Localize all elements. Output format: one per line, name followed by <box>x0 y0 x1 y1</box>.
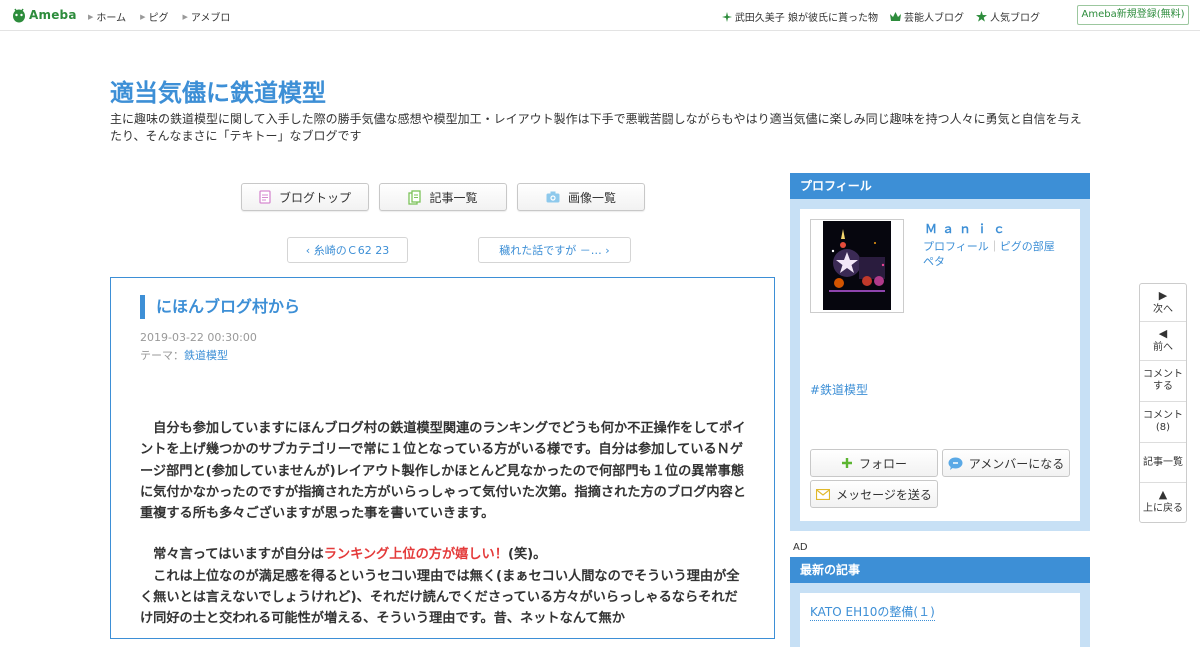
entry-theme: テーマ：鉄道模型 <box>140 347 228 363</box>
peta-link[interactable]: ペタ <box>923 255 945 268</box>
ameba-logo[interactable]: Ameba <box>12 7 77 23</box>
register-button[interactable]: Ameba新規登録(無料) <box>1077 5 1189 25</box>
trend-link-label: 武田久美子 娘が彼氏に貰った物 <box>734 13 878 24</box>
prev-float-label: 前へ <box>1153 342 1173 353</box>
triangle-right-icon: ▶ <box>1158 288 1168 302</box>
trend-link[interactable]: 武田久美子 娘が彼氏に貰った物 <box>721 9 878 24</box>
avatar[interactable] <box>810 219 904 313</box>
popular-blog-link[interactable]: 人気ブログ <box>976 9 1040 24</box>
floating-toolbar: ▶ 次へ ◀ 前へ コメント する コメント (8) 記事一覧 ▲ 上に戻る <box>1139 283 1187 523</box>
nav-pig-label: ピグ <box>148 13 169 24</box>
chevron-right-icon: ▶ <box>140 12 146 21</box>
image-list-button[interactable]: 画像一覧 <box>517 183 645 211</box>
global-header: Ameba ▶ ホーム ▶ ピグ ▶ アメブロ 武田久美子 娘が彼氏に貰った物 芸能人… <box>0 0 1200 31</box>
chevron-right-icon: ▶ <box>88 12 94 21</box>
entry-theme-label: テーマ： <box>140 349 184 362</box>
envelope-icon <box>816 488 831 500</box>
nav-home[interactable]: ▶ ホーム <box>88 9 127 25</box>
comments-label: コメント <box>1143 410 1183 421</box>
entry-list-label: 記事一覧 <box>429 190 478 205</box>
profile-link[interactable]: プロフィール <box>923 240 989 253</box>
latest-entries-box: 最新の記事 KATO EH10の整備(１) <box>790 557 1090 653</box>
celebrity-blog-label: 芸能人ブログ <box>904 13 964 24</box>
comment-button[interactable]: コメント する <box>1140 361 1186 402</box>
document-icon <box>259 190 271 204</box>
prev-entry-label: 糸崎のＣ62 23 <box>313 244 390 257</box>
copy-icon <box>408 189 422 205</box>
nav-home-label: ホーム <box>96 13 127 24</box>
entry-text: 常々言ってはいますが自分は <box>140 547 324 563</box>
blog-top-button[interactable]: ブログトップ <box>241 183 369 211</box>
entry-highlight: ランキング上位の方が嬉しい！ <box>323 547 508 563</box>
entry-text: (笑)。 <box>507 547 547 563</box>
entry-theme-link[interactable]: 鉄道模型 <box>184 349 228 362</box>
amember-label: アメンバーになる <box>968 456 1065 471</box>
header-links: 武田久美子 娘が彼氏に貰った物 芸能人ブログ 人気ブログ <box>710 9 1040 24</box>
sparkle-icon <box>721 11 732 22</box>
next-entry-label: 穢れた話ですが －… <box>499 244 602 257</box>
nav-pig[interactable]: ▶ ピグ <box>140 9 169 25</box>
entry-list-float-label: 記事一覧 <box>1143 456 1183 468</box>
profile-panel: Ｍａｎｉｃ プロフィール｜ピグの部屋 ペタ #鉄道模型 フォロー アメンバーにな… <box>800 209 1080 521</box>
next-entry-float[interactable]: ▶ 次へ <box>1140 284 1186 322</box>
blog-description: 主に趣味の鉄道模型に関して入手した際の勝手気儘な感想や模型加工・レイアウト製作は… <box>110 112 1082 143</box>
profile-links: プロフィール｜ピグの部屋 ペタ <box>923 239 1055 269</box>
prev-entry-link[interactable]: ‹ 糸崎のＣ62 23 <box>287 237 408 263</box>
send-message-label: メッセージを送る <box>836 487 932 502</box>
back-to-top-button[interactable]: ▲ 上に戻る <box>1140 483 1186 521</box>
latest-entries-panel: KATO EH10の整備(１) <box>800 593 1080 653</box>
entry-paragraph: これは上位なのが満足感を得るというセコい理由では無く(まぁセコい人間なのでそうい… <box>140 568 740 627</box>
pig-room-link[interactable]: ピグの部屋 <box>1000 240 1055 253</box>
latest-entries-heading: 最新の記事 <box>790 557 1090 583</box>
triangle-left-icon: ◀ <box>1158 327 1168 340</box>
follow-label: フォロー <box>858 456 907 471</box>
plus-icon <box>841 458 852 468</box>
comments-count-button[interactable]: コメント (8) <box>1140 402 1186 443</box>
crown-icon <box>890 12 901 21</box>
next-float-label: 次へ <box>1153 303 1173 315</box>
next-entry-link[interactable]: 穢れた話ですが －… › <box>478 237 631 263</box>
entry-paragraph: 自分も参加していますにほんブログ村の鉄道模型関連のランキングでどうも何か不正操作… <box>140 421 746 522</box>
profile-name[interactable]: Ｍａｎｉｃ <box>925 220 1010 237</box>
comment-label-suffix: する <box>1153 381 1173 392</box>
latest-entry-link[interactable]: KATO EH10の整備(１) <box>810 603 935 621</box>
entry-list-float[interactable]: 記事一覧 <box>1140 443 1186 483</box>
chevron-right-icon: › <box>601 243 610 257</box>
amember-button[interactable]: アメンバーになる <box>942 449 1070 477</box>
profile-heading: プロフィール <box>790 173 1090 199</box>
nav-ameblo-label: アメブロ <box>190 13 231 24</box>
image-list-label: 画像一覧 <box>567 190 616 205</box>
ad-label: AD <box>793 542 808 553</box>
send-message-button[interactable]: メッセージを送る <box>810 480 938 508</box>
avatar-image <box>823 221 891 310</box>
popular-blog-label: 人気ブログ <box>990 13 1040 24</box>
star-icon <box>976 11 987 22</box>
speech-bubble-icon <box>948 457 963 470</box>
entry-list-button[interactable]: 記事一覧 <box>379 183 507 211</box>
entry-date: 2019-03-22 00:30:00 <box>140 331 257 344</box>
entry-title[interactable]: にほんブログ村から <box>140 295 300 319</box>
link-separator: ｜ <box>988 240 1000 253</box>
follow-button[interactable]: フォロー <box>810 449 938 477</box>
comments-count: (8) <box>1155 422 1171 433</box>
triangle-up-icon: ▲ <box>1158 488 1168 501</box>
entry-paragraph: 常々言ってはいますが自分はランキング上位の方が嬉しい！(笑)。 <box>140 544 746 565</box>
profile-box: プロフィール Ｍａｎｉｃ プロフィール｜ピグの部屋 ペタ #鉄道模型 フォロー … <box>790 173 1090 531</box>
chevron-left-icon: ‹ <box>305 243 314 257</box>
nav-ameblo[interactable]: ▶ アメブロ <box>182 9 231 25</box>
celebrity-blog-link[interactable]: 芸能人ブログ <box>890 9 964 24</box>
ameba-logo-icon <box>12 8 26 23</box>
global-nav: ▶ ホーム ▶ ピグ ▶ アメブロ <box>88 9 244 25</box>
camera-icon <box>546 191 560 203</box>
blog-top-label: ブログトップ <box>278 190 351 205</box>
entry-body: 自分も参加していますにほんブログ村の鉄道模型関連のランキングでどうも何か不正操作… <box>140 418 746 630</box>
blog-title[interactable]: 適当気儘に鉄道模型 <box>110 73 326 108</box>
back-to-top-label: 上に戻る <box>1143 503 1183 514</box>
chevron-right-icon: ▶ <box>182 12 188 21</box>
comment-label: コメント <box>1143 369 1183 380</box>
prev-entry-float[interactable]: ◀ 前へ <box>1140 322 1186 361</box>
entry-article: にほんブログ村から 2019-03-22 00:30:00 テーマ：鉄道模型 自… <box>110 277 775 639</box>
logo-text: Ameba <box>29 8 77 22</box>
hashtag-link[interactable]: #鉄道模型 <box>810 381 868 398</box>
